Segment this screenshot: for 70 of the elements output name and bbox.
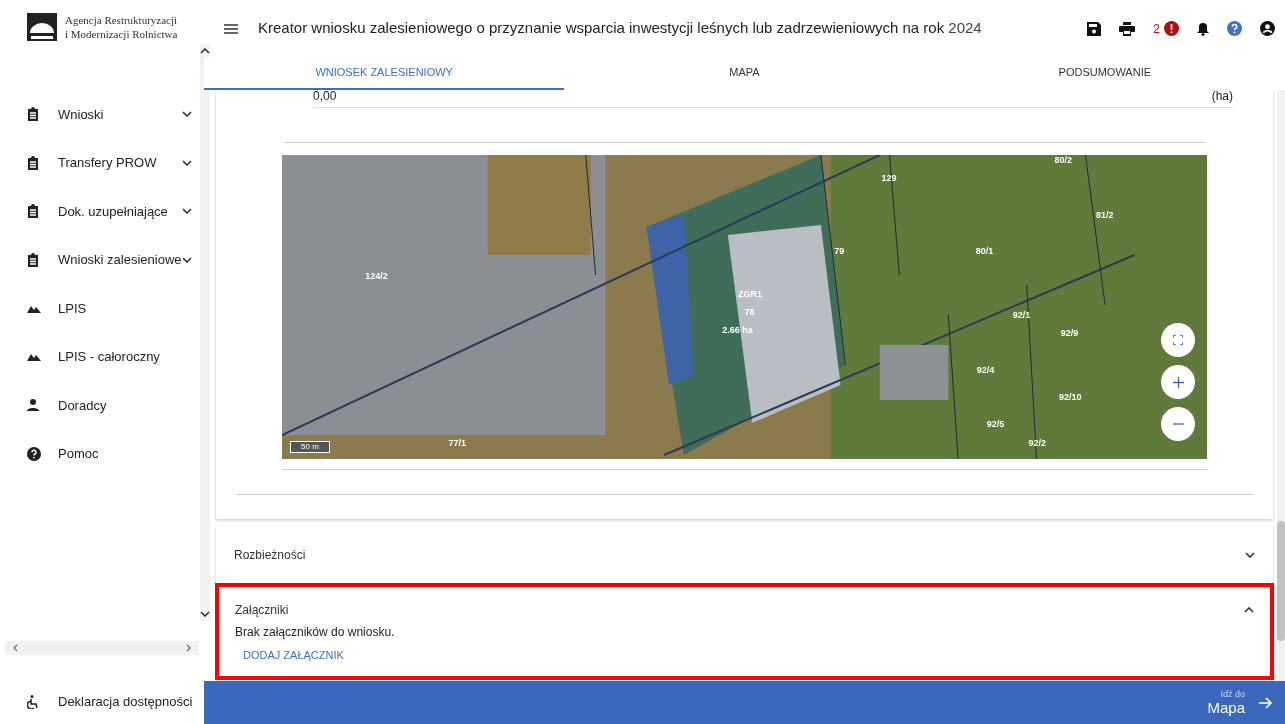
- sidebar-item[interactable]: Transfery PROW: [0, 138, 200, 187]
- parcel-label: ZGR1: [738, 288, 763, 300]
- arrow-right-icon: [1259, 696, 1273, 709]
- agency-name: Agencja Restrukturyzacji: [65, 12, 178, 27]
- chevron-down-icon: [199, 611, 210, 617]
- mountains-icon: [27, 352, 41, 362]
- parcel-label: 92/5: [986, 419, 1005, 431]
- parcel-label: 81/2: [1096, 209, 1114, 221]
- map-view[interactable]: 80/2 129 81/2 79 80/1 124/2 ZGR1 78 92/1 2.66 ha 92/9 92/4 92/10 92/5 50 m 77/1 92/2: [282, 155, 1207, 459]
- sidebar-item[interactable]: Deklaracja dostępności: [0, 680, 204, 724]
- parcel-label: 92/9: [1060, 328, 1079, 340]
- sidebar-item[interactable]: Wnioski: [0, 90, 200, 139]
- horizontal-scrollbar[interactable]: [5, 641, 199, 655]
- sidebar-item[interactable]: Dok. uzupełniające: [0, 187, 200, 236]
- scale-bar: 50 m: [290, 441, 330, 453]
- chevron-up-icon: [199, 48, 210, 54]
- clipboard-icon: [27, 204, 39, 219]
- sidebar-item[interactable]: Pomoc: [0, 429, 200, 478]
- account-icon[interactable]: [1260, 21, 1275, 36]
- parcel-label: 80/1: [975, 246, 994, 258]
- next-step-caption: Idź do: [1220, 688, 1245, 699]
- section-header[interactable]: Rozbieżności: [234, 546, 1255, 564]
- chevron-right-icon: [186, 644, 191, 652]
- agency-logo-icon: [27, 12, 57, 41]
- parcel-label: 129: [881, 173, 897, 185]
- person-icon: [27, 399, 39, 412]
- menu-icon[interactable]: [224, 23, 238, 34]
- clipboard-icon: [27, 252, 39, 267]
- parcel-label: 78: [744, 307, 755, 318]
- area-field[interactable]: 0,00 (ha): [313, 90, 1233, 108]
- sidebar-item[interactable]: Doradcy: [0, 381, 200, 430]
- save-icon[interactable]: [1087, 21, 1102, 36]
- tab[interactable]: PODSUMOWANIE: [924, 57, 1285, 90]
- tab[interactable]: MAPA: [564, 57, 925, 90]
- wheelchair-icon: [27, 695, 39, 709]
- chevron-left-icon: [13, 644, 18, 652]
- error-icon[interactable]: [1164, 21, 1179, 36]
- sidebar-item[interactable]: LPIS - całoroczny: [0, 332, 200, 381]
- parcel-label: 79: [834, 246, 845, 258]
- fullscreen-icon: [1173, 335, 1183, 345]
- next-step-bar[interactable]: Idź do Mapa: [204, 681, 1285, 724]
- chevron-down-icon: [1245, 552, 1255, 558]
- plus-icon: [1172, 376, 1184, 388]
- scrollbar[interactable]: [1277, 90, 1285, 681]
- scrollbar[interactable]: [199, 44, 210, 621]
- add-attachment-link[interactable]: DODAJ ZAŁĄCZNIK: [243, 647, 344, 664]
- error-count: 2: [1153, 20, 1160, 38]
- parcel-label: 77/1: [448, 437, 467, 449]
- parcel-label: 2.66 ha: [722, 325, 753, 337]
- help-icon: [27, 446, 41, 461]
- print-icon[interactable]: [1119, 21, 1136, 36]
- parcel-label: 80/2: [1054, 155, 1072, 166]
- page-title: Kreator wniosku zalesieniowego o przyznanie wsparcia inwestycji leśnych lub zadrzewieniowych na rok 2024: [258, 18, 983, 39]
- clipboard-icon: [27, 107, 39, 122]
- next-step-target: Mapa: [1207, 698, 1245, 717]
- sidebar-item[interactable]: Wnioski zalesieniowe: [0, 235, 200, 284]
- parcel-label: 92/10: [1059, 392, 1082, 404]
- minus-icon: [1172, 423, 1184, 425]
- parcel-label: 124/2: [365, 270, 388, 282]
- empty-message: Brak załączników do wniosku.: [235, 624, 396, 641]
- help-icon[interactable]: [1227, 21, 1242, 36]
- clipboard-icon: [27, 155, 39, 170]
- parcel-label: 92/4: [976, 364, 995, 376]
- bell-icon[interactable]: [1197, 21, 1209, 36]
- agency-name: i Modernizacji Rolnictwa: [65, 26, 178, 41]
- chevron-up-icon: [1244, 607, 1254, 613]
- parcel-label: 92/2: [1028, 437, 1046, 449]
- section-header[interactable]: Załączniki: [235, 601, 1254, 619]
- sidebar-item[interactable]: LPIS: [0, 284, 200, 333]
- parcel-label: 92/1: [1012, 310, 1031, 322]
